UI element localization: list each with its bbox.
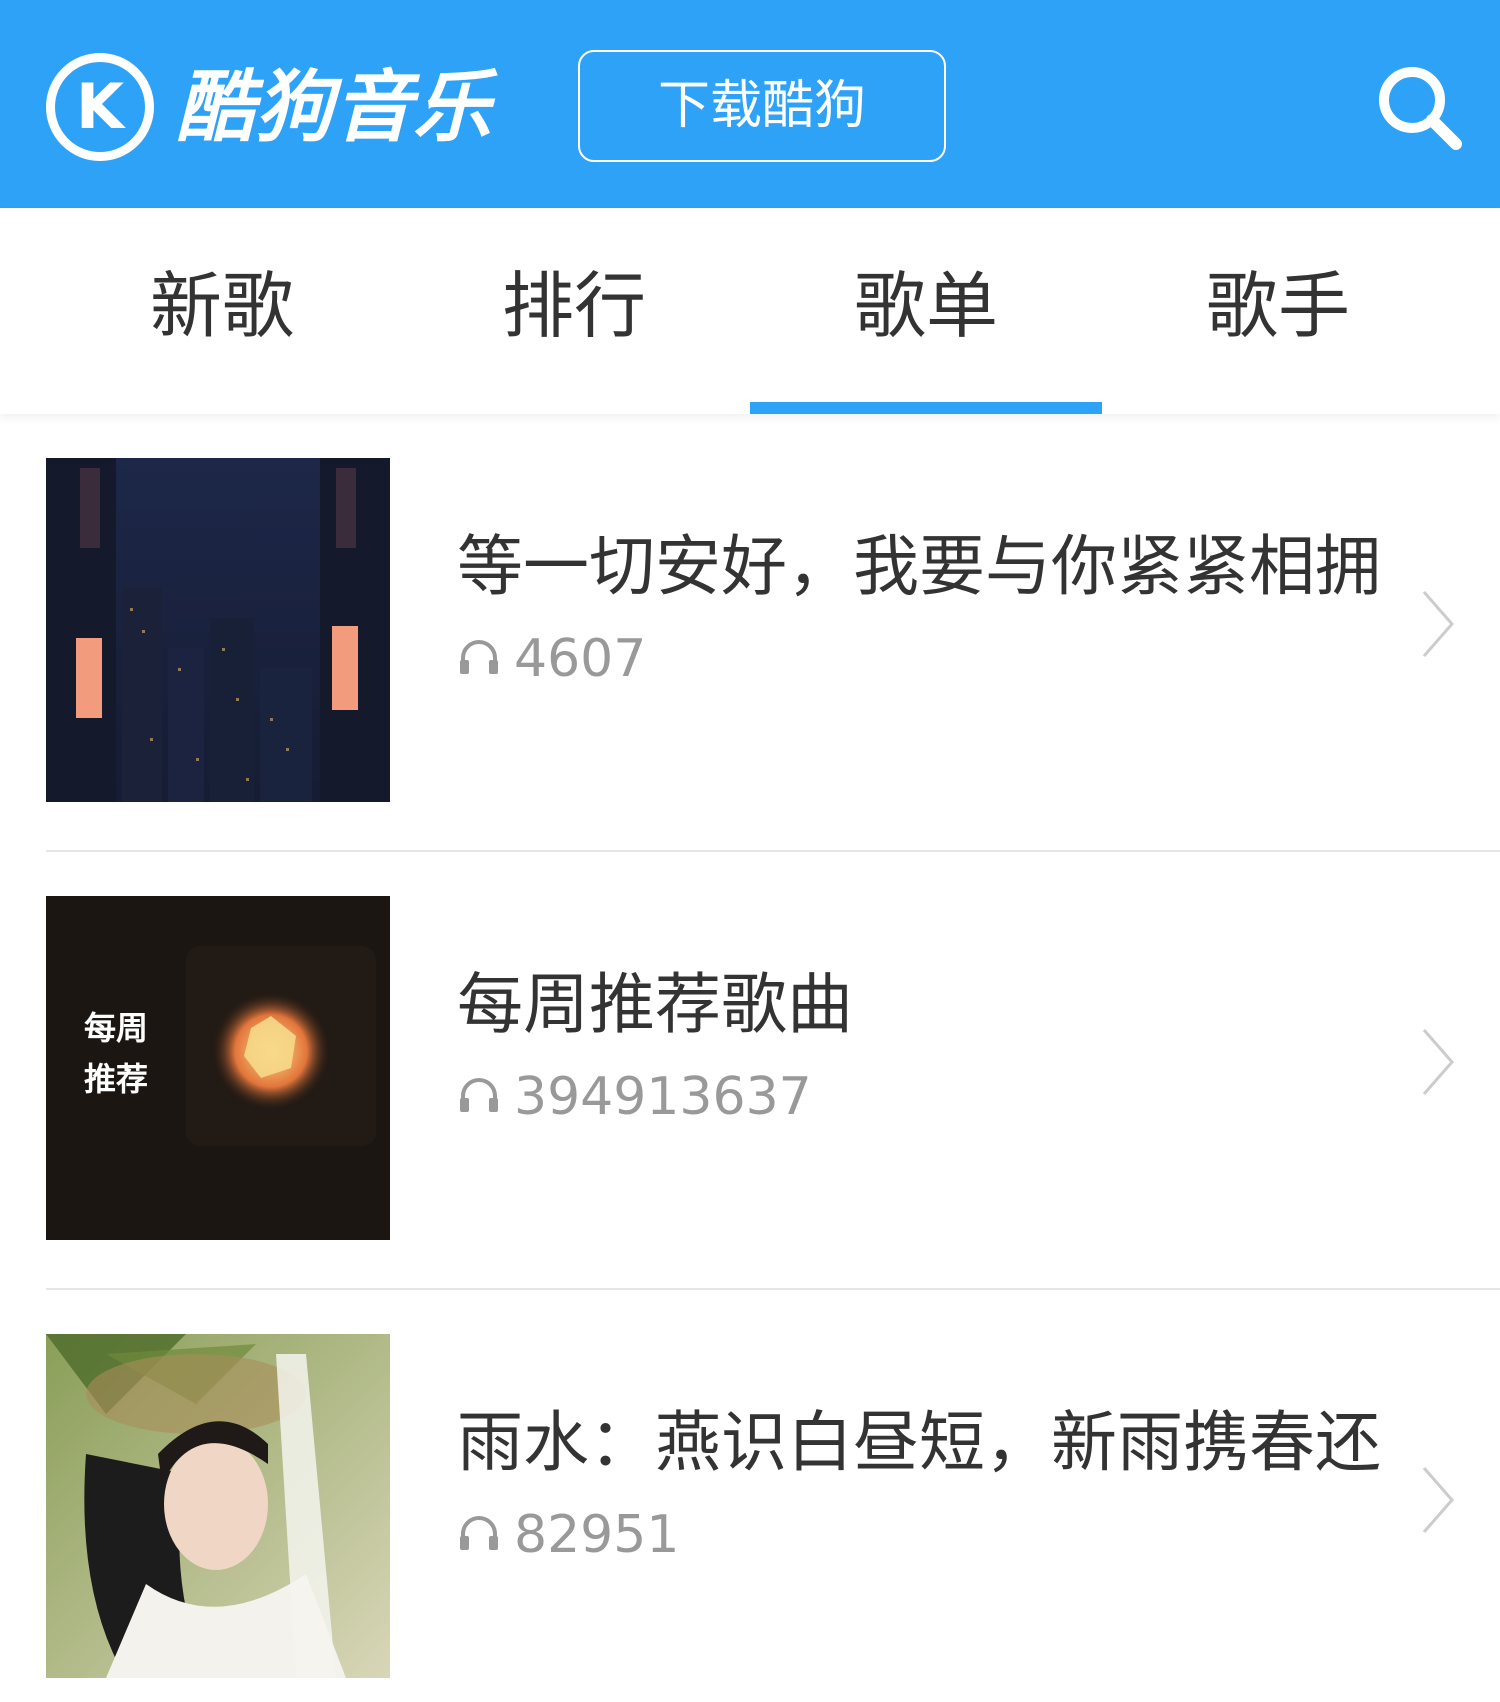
app-title[interactable]: 酷狗音乐	[176, 58, 492, 158]
app-header: K 酷狗音乐 下载酷狗	[0, 0, 1500, 208]
playlist-item[interactable]: 每周 推荐 每周推荐歌曲 394913637	[0, 852, 1500, 1290]
headphones-icon	[460, 1516, 498, 1550]
play-count: 82951	[458, 1500, 679, 1570]
chevron-right-icon	[1422, 1467, 1454, 1533]
cover-text-line2: 推荐	[84, 1060, 148, 1098]
playlist-cover-image	[46, 458, 390, 802]
search-button[interactable]	[1372, 60, 1472, 160]
night-city-illustration	[46, 458, 390, 802]
tab-singers[interactable]: 歌手	[1102, 208, 1454, 414]
headphones-icon	[460, 1078, 498, 1112]
play-count: 4607	[458, 624, 646, 694]
search-icon	[1379, 67, 1462, 150]
tab-playlists[interactable]: 歌单	[750, 208, 1102, 414]
playlist-title: 每周推荐歌曲	[457, 966, 853, 1043]
woman-portrait-photo	[46, 1334, 390, 1678]
playlist-cover-image: 每周 推荐	[46, 896, 390, 1240]
tab-charts[interactable]: 排行	[398, 208, 750, 414]
play-count-value: 394913637	[514, 1067, 812, 1127]
chevron-right-icon	[1422, 591, 1454, 657]
weekly-recommend-cover: 每周 推荐	[46, 896, 390, 1240]
chevron-right-icon	[1422, 1029, 1454, 1095]
playlist-cover-image	[46, 1334, 390, 1678]
playlist-item[interactable]: 雨水：燕识白昼短，新雨携春还 82951	[0, 1290, 1500, 1702]
headphones-icon	[460, 640, 498, 674]
playlist-title: 等一切安好，我要与你紧紧相拥	[457, 528, 1381, 605]
cover-text-line1: 每周	[84, 1009, 148, 1047]
category-tabs: 新歌 排行 歌单 歌手	[0, 208, 1500, 414]
tab-new-songs[interactable]: 新歌	[46, 208, 398, 414]
playlist-title: 雨水：燕识白昼短，新雨携春还	[457, 1404, 1381, 1481]
playlist-item[interactable]: 等一切安好，我要与你紧紧相拥 4607	[0, 414, 1500, 852]
play-count-value: 4607	[514, 629, 647, 689]
download-app-button[interactable]: 下载酷狗	[578, 50, 946, 162]
play-count: 394913637	[458, 1062, 812, 1132]
kugou-logo-icon[interactable]: K	[46, 53, 154, 161]
play-count-value: 82951	[514, 1505, 680, 1565]
